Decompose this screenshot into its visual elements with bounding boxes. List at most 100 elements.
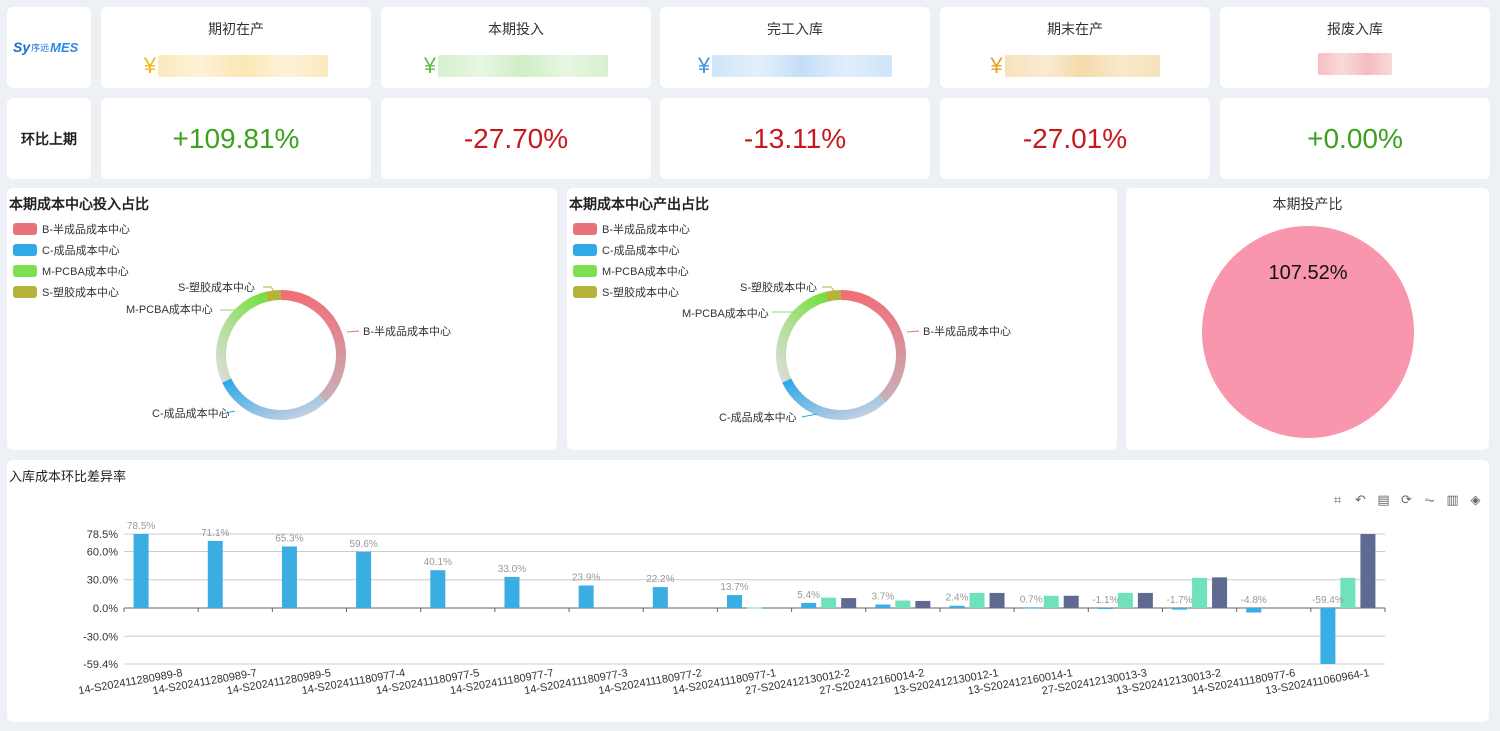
kpi-card-closing-wip: 期末在产 ¥ — [940, 7, 1210, 88]
bar-series-2[interactable] — [969, 592, 985, 609]
y-tick-label: 60.0% — [87, 546, 118, 558]
bar-series-1[interactable] — [1246, 608, 1262, 613]
kpi-card-opening-wip: 期初在产 ¥ — [101, 7, 371, 88]
yen-symbol: ¥ — [697, 53, 711, 78]
masked-amount — [438, 55, 609, 77]
bar-data-label: 40.1% — [424, 557, 452, 568]
bar-series-2[interactable] — [747, 607, 762, 609]
bar-series-3[interactable] — [989, 592, 1005, 609]
kpi-amount: ¥ — [660, 53, 930, 79]
bar-data-label: 3.7% — [871, 592, 894, 603]
bar-series-3[interactable] — [841, 598, 857, 609]
bar-data-label: -59.4% — [1312, 595, 1344, 606]
bar-data-label: 13.7% — [720, 582, 748, 593]
donut-slice-c[interactable] — [222, 378, 326, 420]
bar-data-label: 0.7% — [1020, 594, 1043, 605]
donut-slice-m[interactable] — [216, 292, 268, 383]
compare-value: +109.81% — [172, 122, 300, 154]
output-share-panel: 本期成本中心产出占比 B-半成品成本中心 C-成品成本中心 M-PCBA成本中心… — [567, 188, 1117, 450]
bar-series-1[interactable] — [430, 570, 446, 609]
bar-data-label: -1.7% — [1166, 595, 1192, 606]
logo-text: MES — [50, 39, 79, 55]
kpi-title: 报废入库 — [1327, 21, 1383, 37]
bar-series-2[interactable] — [821, 597, 837, 609]
stock-in-variance-panel: 入库成本环比差异率 ⌗ ↶ ▤ ⟳ ⏦ ▥ ◈ 78.5% 60.0% 30.0% 0… — [7, 460, 1489, 722]
masked-amount — [1004, 55, 1160, 77]
compare-card-opening-wip: +109.81% — [101, 98, 371, 179]
bar-series-1[interactable] — [1320, 608, 1336, 664]
bar-data-label: 71.1% — [201, 528, 229, 539]
bar-series-1[interactable] — [281, 546, 297, 609]
bar-data-label: 2.4% — [946, 593, 969, 604]
y-tick-label: -59.4% — [83, 659, 118, 671]
compare-value: -27.70% — [463, 122, 569, 154]
bar-series-1[interactable] — [133, 534, 149, 609]
bar-data-label: -1.1% — [1092, 595, 1118, 606]
bar-series-3[interactable] — [1212, 577, 1228, 609]
bar-series-2[interactable] — [1043, 595, 1059, 609]
donut-slices — [216, 290, 346, 420]
logo-cn: 序远 — [31, 42, 50, 53]
donut-slices — [776, 290, 906, 420]
bar-series-1[interactable] — [207, 540, 223, 609]
donut-slice-b[interactable] — [840, 290, 906, 403]
bar-series-2[interactable] — [1192, 577, 1208, 609]
slice-label-m: M-PCBA成本中心 — [126, 302, 213, 316]
y-tick-label: 0.0% — [93, 603, 118, 615]
variance-bar-chart: 78.5%60.0%30.0%0.0%-30.0%-59.4%78.5%14-S… — [78, 521, 1386, 697]
bar-data-label: 22.2% — [646, 574, 674, 585]
kpi-title: 期初在产 — [208, 21, 264, 37]
bar-series-1[interactable] — [356, 551, 372, 609]
masked-amount — [712, 55, 893, 77]
kpi-card-period-input: 本期投入 ¥ — [381, 7, 651, 88]
input-output-ratio-panel: 本期投产比 107.52% — [1126, 188, 1489, 450]
masked-amount — [158, 55, 329, 77]
kpi-title: 完工入库 — [767, 21, 823, 37]
bar-series-1[interactable] — [504, 576, 520, 609]
input-donut-chart: B-半成品成本中心 C-成品成本中心 M-PCBA成本中心 S-塑胶成本中心 — [126, 280, 451, 420]
bar-series-1[interactable] — [1172, 608, 1188, 610]
donut-slice-s[interactable] — [824, 290, 842, 302]
kpi-amount: ¥ — [101, 53, 371, 79]
bar-series-2[interactable] — [1117, 592, 1133, 609]
donut-slice-s[interactable] — [264, 290, 282, 302]
bar-series-1[interactable] — [875, 604, 891, 609]
leader-line-b — [346, 330, 360, 333]
masked-amount — [1318, 53, 1392, 75]
ratio-pie-slice — [1202, 226, 1414, 438]
bar-series-1[interactable] — [1023, 607, 1039, 609]
ratio-pie-chart: 107.52% — [1202, 226, 1414, 438]
input-share-panel: 本期成本中心投入占比 B-半成品成本中心 C-成品成本中心 M-PCBA成本中心… — [7, 188, 557, 450]
leader-line-c — [801, 413, 818, 418]
kpi-card-completed-stock-in: 完工入库 ¥ — [660, 7, 930, 88]
compare-value: -13.11% — [743, 122, 847, 154]
donut-slice-c[interactable] — [782, 378, 886, 420]
bar-series-3[interactable] — [1137, 592, 1153, 609]
bar-series-3[interactable] — [1360, 534, 1376, 609]
bar-series-1[interactable] — [578, 585, 594, 609]
bar-data-label: 78.5% — [127, 521, 155, 532]
donut-slice-b[interactable] — [280, 290, 346, 403]
leader-line-b — [906, 330, 920, 333]
bar-data-label: 5.4% — [797, 590, 820, 601]
bar-series-1[interactable] — [801, 602, 817, 609]
bar-series-3[interactable] — [915, 600, 931, 609]
ratio-value: 107.52% — [1269, 262, 1348, 284]
bar-data-label: 65.3% — [275, 533, 303, 544]
kpi-amount — [1220, 53, 1490, 75]
bar-series-1[interactable] — [1097, 608, 1113, 610]
kpi-amount: ¥ — [381, 53, 651, 79]
compare-row-label: 环比上期 — [21, 130, 77, 147]
compare-value: -27.01% — [1022, 122, 1128, 154]
bar-series-1[interactable] — [949, 605, 965, 609]
bar-series-1[interactable] — [652, 587, 668, 609]
bar-series-2[interactable] — [895, 600, 911, 609]
compare-value: +0.00% — [1307, 122, 1403, 154]
donut-slice-m[interactable] — [776, 292, 828, 383]
slice-label-b: B-半成品成本中心 — [363, 324, 451, 338]
kpi-card-scrap-stock-in: 报废入库 — [1220, 7, 1490, 88]
slice-label-c: C-成品成本中心 — [152, 406, 230, 420]
slice-label-m: M-PCBA成本中心 — [682, 306, 769, 320]
bar-series-1[interactable] — [727, 595, 742, 609]
bar-series-3[interactable] — [1063, 595, 1079, 609]
